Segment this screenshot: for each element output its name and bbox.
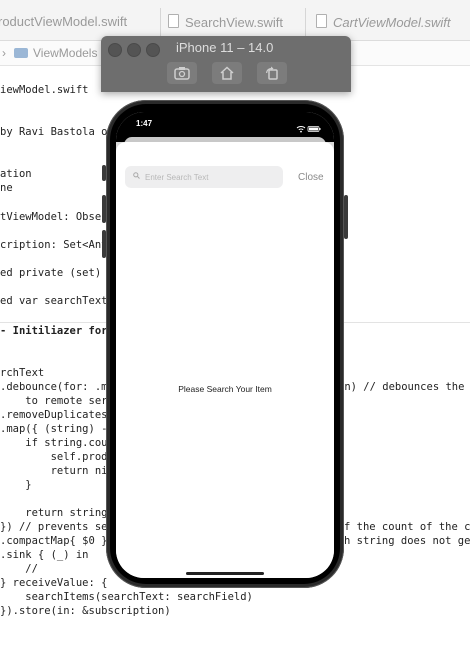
jump-bar-chevron-icon[interactable]: › [2, 46, 6, 60]
mute-switch[interactable] [102, 165, 106, 181]
code-line: }).store(in: &subscription) [0, 605, 171, 617]
tab-cart-view-model[interactable]: CartViewModel.swift [316, 14, 451, 32]
code-line: ed private (set) [0, 267, 108, 279]
status-icons [296, 120, 324, 138]
zoom-window-button[interactable] [146, 43, 160, 57]
code-line: cription: Set<Any [0, 239, 108, 251]
code-line: self.prod [0, 451, 108, 463]
code-line: } receiveValue: { [0, 577, 108, 589]
tab-label: CartViewModel.swift [333, 15, 451, 30]
power-button[interactable] [344, 195, 348, 239]
battery-icon [307, 126, 321, 132]
code-line: to remote ser [0, 395, 108, 407]
tab-label: roductViewModel.swift [0, 14, 128, 29]
close-button[interactable]: Close [298, 172, 324, 183]
rotate-icon [266, 66, 278, 80]
simulator-title: iPhone 11 – 14.0 [176, 40, 274, 55]
screenshot-icon [174, 67, 190, 80]
home-button[interactable] [212, 62, 242, 84]
code-line: if string.cou [0, 437, 108, 449]
search-sheet: Close Please Search Your Item [116, 142, 334, 578]
tab-search-view[interactable]: SearchView.swift [168, 14, 283, 32]
jump-bar-segment-label: ViewModels [33, 46, 98, 60]
code-line: ne [0, 182, 13, 194]
code-line: rchText [0, 367, 45, 379]
tab-divider [160, 8, 161, 38]
code-line: .map({ (string) - [0, 423, 108, 435]
folder-icon [14, 48, 28, 58]
jump-bar-segment[interactable]: ViewModels [14, 46, 97, 60]
code-line: iewModel.swift [0, 84, 89, 96]
code-line: return ni [0, 465, 108, 477]
code-line: .debounce(for: .m [0, 381, 108, 393]
code-line: tViewModel: Obser [0, 211, 108, 223]
tab-label: SearchView.swift [185, 15, 284, 30]
wifi-icon [296, 126, 306, 133]
search-input[interactable] [145, 170, 277, 184]
code-line: by Ravi Bastola o [0, 126, 108, 138]
code-line: }) // prevents se [0, 521, 108, 533]
code-line: .compactMap{ $0 } [0, 535, 108, 547]
notch [166, 112, 284, 130]
code-line: ation [0, 168, 32, 180]
tab-product-view-model[interactable]: roductViewModel.swift [0, 14, 127, 32]
volume-down-button[interactable] [102, 230, 106, 258]
code-line: return string [0, 507, 108, 519]
search-field[interactable] [125, 166, 283, 188]
code-line: in) // debounces the [338, 381, 465, 393]
empty-state-message: Please Search Your Item [178, 384, 272, 394]
swift-file-icon [168, 14, 179, 28]
close-window-button[interactable] [108, 43, 122, 57]
code-line: h string does not get [344, 535, 470, 547]
code-line: f the count of the ch [344, 521, 470, 533]
simulator-title-bar[interactable]: iPhone 11 – 14.0 [101, 36, 351, 92]
code-line: ed var searchText [0, 295, 108, 307]
swift-file-icon [316, 14, 327, 28]
volume-up-button[interactable] [102, 195, 106, 223]
home-icon [220, 66, 234, 80]
minimize-window-button[interactable] [127, 43, 141, 57]
tab-divider [305, 8, 306, 38]
code-line: .sink { (_) in [0, 549, 89, 561]
code-line: } [0, 479, 32, 491]
rotate-button[interactable] [257, 62, 287, 84]
iphone-screen: 1:47 Close Please Search You [116, 112, 334, 578]
code-mark-line: - Initiliazer for [0, 325, 108, 337]
screenshot-button[interactable] [167, 62, 197, 84]
search-icon [133, 172, 140, 179]
code-line: // [0, 563, 38, 575]
code-line: .removeDuplicates [0, 409, 108, 421]
home-indicator[interactable] [186, 572, 264, 575]
status-time: 1:47 [136, 119, 153, 128]
editor-tab-bar: roductViewModel.swift SearchView.swift C… [0, 0, 470, 41]
code-line: searchItems(searchText: searchField) [0, 591, 253, 603]
